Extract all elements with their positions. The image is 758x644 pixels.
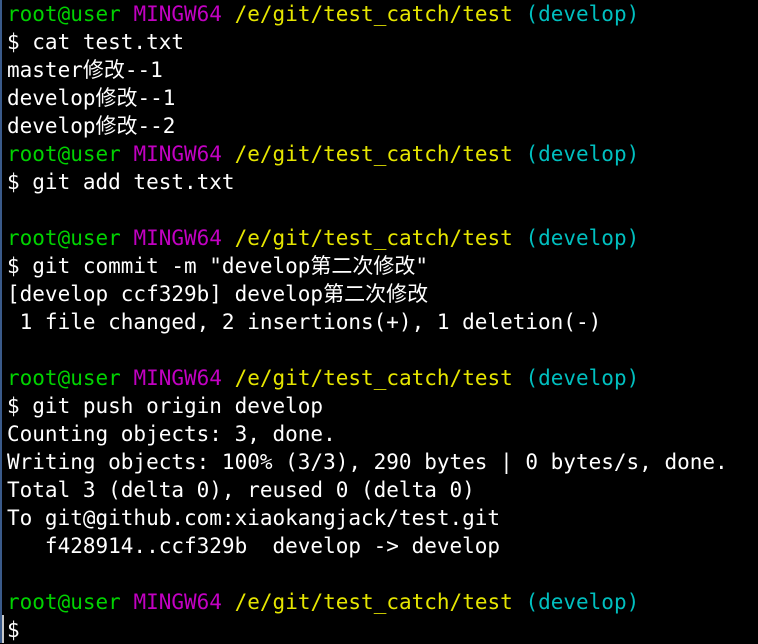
prompt-line: root@user MINGW64 /e/git/test_catch/test… — [7, 364, 758, 392]
terminal-output: root@user MINGW64 /e/git/test_catch/test… — [7, 0, 758, 644]
prompt-separator — [121, 2, 134, 26]
prompt-shell: MINGW64 — [133, 142, 222, 166]
text-cursor — [2, 615, 4, 643]
prompt-shell: MINGW64 — [133, 226, 222, 250]
prompt-separator — [222, 2, 235, 26]
output-line: $ git push origin develop — [7, 394, 324, 418]
prompt-separator — [121, 366, 134, 390]
output-line: $ git add test.txt — [7, 170, 235, 194]
prompt-separator — [121, 226, 134, 250]
output-line: develop修改--2 — [7, 114, 176, 138]
output-line: Total 3 (delta 0), reused 0 (delta 0) — [7, 478, 475, 502]
prompt-separator — [513, 590, 526, 614]
output-line: $ git commit -m "develop第二次修改" — [7, 254, 429, 278]
prompt-shell: MINGW64 — [133, 2, 222, 26]
prompt-line: root@user MINGW64 /e/git/test_catch/test… — [7, 588, 758, 616]
prompt-branch: (develop) — [525, 366, 640, 390]
prompt-separator — [222, 590, 235, 614]
output-line: Counting objects: 3, done. — [7, 422, 336, 446]
prompt-branch: (develop) — [525, 2, 640, 26]
prompt-path: /e/git/test_catch/test — [234, 226, 513, 250]
prompt-separator — [222, 226, 235, 250]
prompt-line: root@user MINGW64 /e/git/test_catch/test… — [7, 140, 758, 168]
prompt-separator — [513, 2, 526, 26]
prompt-separator — [513, 366, 526, 390]
prompt-path: /e/git/test_catch/test — [234, 366, 513, 390]
prompt-user: root@user — [7, 2, 121, 26]
output-line: [develop ccf329b] develop第二次修改 — [7, 282, 429, 306]
prompt-line: root@user MINGW64 /e/git/test_catch/test… — [7, 0, 758, 28]
prompt-path: /e/git/test_catch/test — [234, 142, 513, 166]
output-line: $ cat test.txt — [7, 30, 185, 54]
prompt-branch: (develop) — [525, 142, 640, 166]
prompt-branch: (develop) — [525, 590, 640, 614]
prompt-separator — [121, 142, 134, 166]
terminal-window[interactable]: root@user MINGW64 /e/git/test_catch/test… — [0, 0, 758, 643]
output-line: f428914..ccf329b develop -> develop — [7, 534, 501, 558]
prompt-separator — [222, 142, 235, 166]
output-line: 1 file changed, 2 insertions(+), 1 delet… — [7, 310, 602, 334]
prompt-user: root@user — [7, 366, 121, 390]
prompt-shell: MINGW64 — [133, 590, 222, 614]
output-line: develop修改--1 — [7, 86, 176, 110]
output-line: Writing objects: 100% (3/3), 290 bytes |… — [7, 450, 728, 474]
prompt-branch: (develop) — [525, 226, 640, 250]
prompt-line: root@user MINGW64 /e/git/test_catch/test… — [7, 224, 758, 252]
prompt-user: root@user — [7, 142, 121, 166]
output-line: To git@github.com:xiaokangjack/test.git — [7, 506, 501, 530]
prompt-user: root@user — [7, 590, 121, 614]
prompt-separator — [121, 590, 134, 614]
prompt-separator — [222, 366, 235, 390]
prompt-path: /e/git/test_catch/test — [234, 2, 513, 26]
prompt-shell: MINGW64 — [133, 366, 222, 390]
prompt-separator — [513, 142, 526, 166]
output-line: $ — [7, 618, 20, 642]
prompt-separator — [513, 226, 526, 250]
prompt-user: root@user — [7, 226, 121, 250]
output-line: master修改--1 — [7, 58, 163, 82]
prompt-path: /e/git/test_catch/test — [234, 590, 513, 614]
